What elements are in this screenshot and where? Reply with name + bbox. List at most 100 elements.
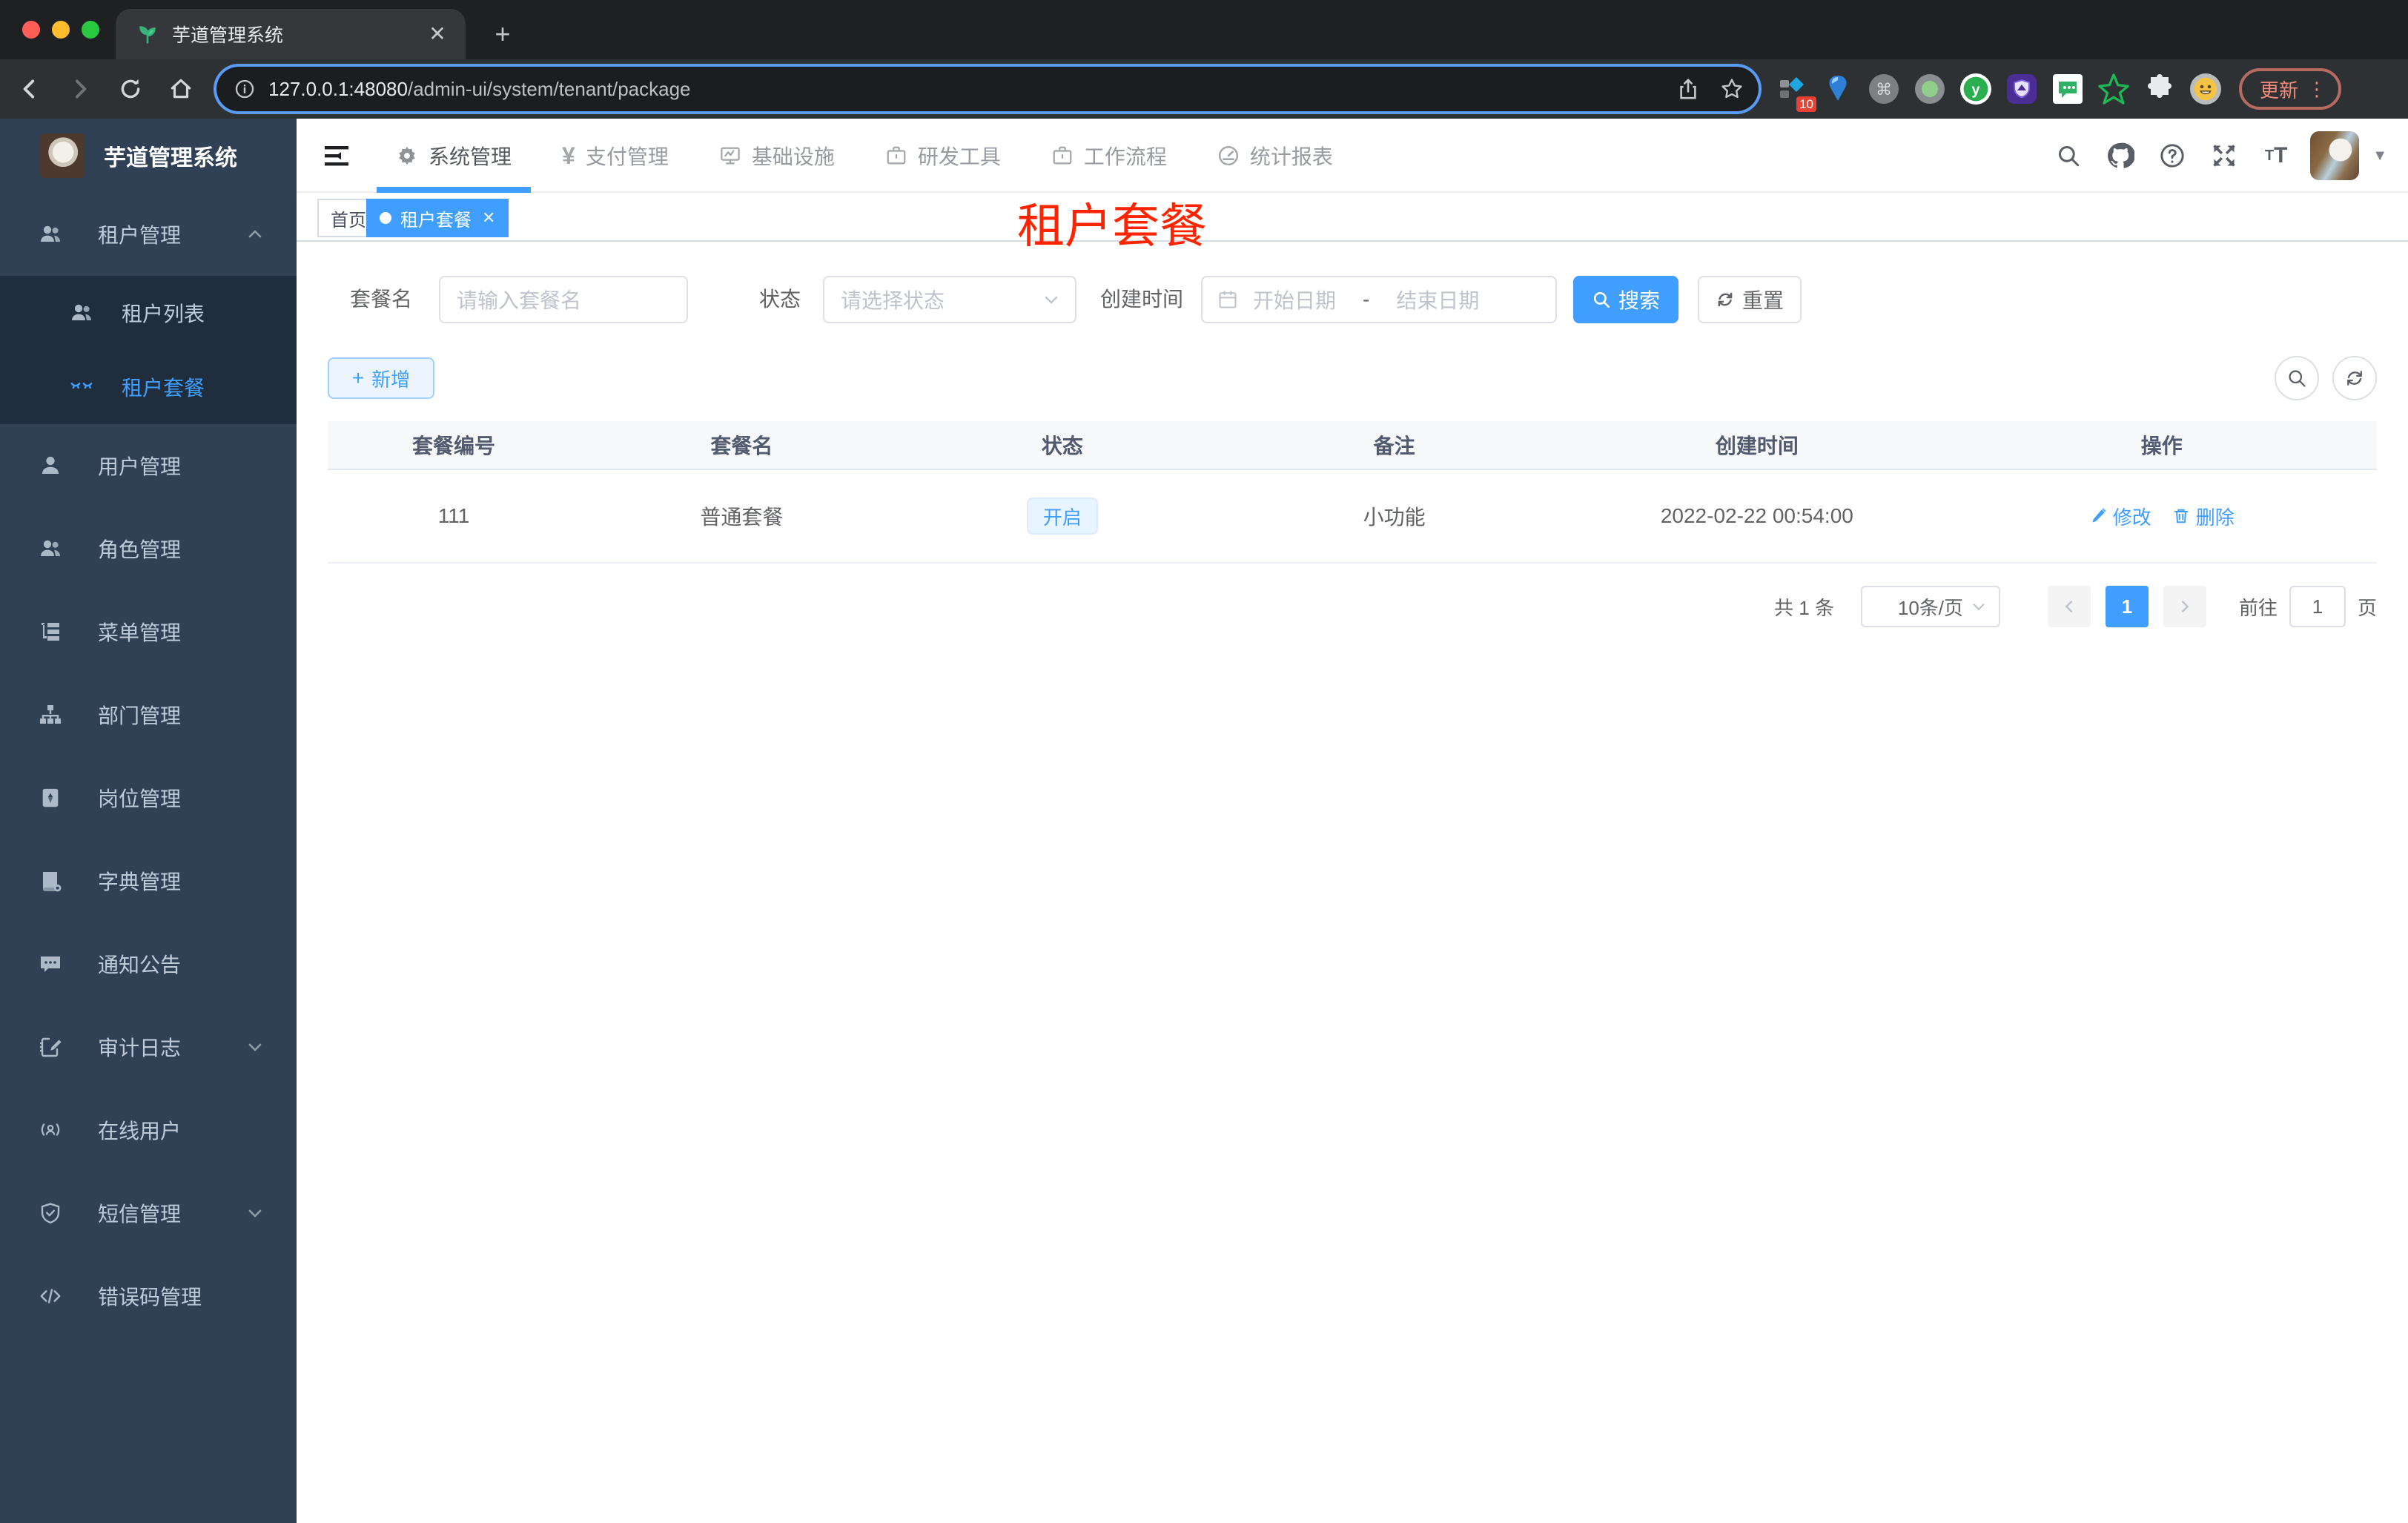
reset-button[interactable]: 重置 (1698, 276, 1802, 323)
log-icon (39, 1035, 62, 1059)
url-path: /admin-ui/system/tenant/package (407, 77, 691, 100)
extension-green-dot-icon[interactable] (1914, 73, 1945, 105)
sidebar-item-notice[interactable]: 通知公告 (0, 922, 297, 1005)
column-header[interactable]: 创建时间 (1567, 421, 1946, 469)
column-header[interactable]: 套餐名 (580, 421, 904, 469)
extension-shield-purple-icon[interactable] (2006, 73, 2037, 105)
page-size-select[interactable]: 10条/页 (1860, 586, 2000, 627)
sidebar-logo[interactable]: 芋道管理系统 (0, 119, 297, 193)
sidebar-item-tenant-management[interactable]: 租户管理 (0, 193, 297, 276)
new-tab-button[interactable]: + (483, 15, 522, 53)
url-host: 127.0.0.1:48080 (268, 77, 408, 100)
avatar[interactable] (2310, 131, 2360, 180)
sidebar-item-dict-management[interactable]: 字典管理 (0, 839, 297, 922)
sidebar-item-post-management[interactable]: 岗位管理 (0, 756, 297, 839)
app-header: 系统管理 ¥ 支付管理 基础设施 研发工具 工作流程 统计报表 T T ▼ (297, 119, 2408, 193)
sidebar-item-user-management[interactable]: 用户管理 (0, 424, 297, 507)
table-search-toggle-icon[interactable] (2275, 356, 2319, 400)
topnav-item-infrastructure[interactable]: 基础设施 (694, 119, 860, 193)
topnav-item-system[interactable]: 系统管理 (371, 119, 537, 193)
filter-date-label: 创建时间 (1100, 288, 1184, 311)
extension-y-green-icon[interactable]: y (1960, 73, 1991, 105)
code-icon (39, 1284, 62, 1308)
extension-emoji-icon[interactable] (2190, 73, 2221, 105)
browser-menu-kebab-icon[interactable]: ⋮ (2307, 78, 2326, 101)
bookmark-star-icon[interactable] (1720, 77, 1744, 101)
column-header[interactable]: 状态 (904, 421, 1221, 469)
font-size-icon[interactable]: TT (2258, 138, 2294, 174)
browser-tabstrip: 芋道管理系统 ✕ + (0, 0, 2408, 59)
extension-star-green-icon[interactable] (2098, 73, 2129, 105)
sidebar-item-label: 在线用户 (98, 1120, 182, 1143)
sidebar-item-online-users[interactable]: 在线用户 (0, 1088, 297, 1172)
topnav-item-payment[interactable]: ¥ 支付管理 (537, 119, 694, 193)
sidebar-item-label: 部门管理 (98, 704, 182, 727)
svg-text:⌘: ⌘ (1876, 80, 1892, 99)
forward-icon[interactable] (59, 68, 101, 110)
prev-page-icon[interactable] (2047, 586, 2091, 627)
tab-title: 芋道管理系统 (172, 25, 284, 46)
browser-tab[interactable]: 芋道管理系统 ✕ (116, 9, 466, 59)
sidebar-item-dept-management[interactable]: 部门管理 (0, 673, 297, 756)
column-header[interactable]: 操作 (1947, 421, 2377, 469)
goto-page-input[interactable]: 1 (2289, 586, 2346, 627)
help-icon[interactable] (2154, 138, 2190, 174)
extension-blue-diamond-icon[interactable]: 10 (1776, 73, 1816, 112)
sidebar-item-menu-management[interactable]: 菜单管理 (0, 590, 297, 673)
extensions-puzzle-icon[interactable] (2144, 73, 2175, 105)
url-text[interactable]: 127.0.0.1:48080/admin-ui/system/tenant/p… (268, 78, 1677, 101)
back-icon[interactable] (9, 68, 50, 110)
sidebar-item-role-management[interactable]: 角色管理 (0, 507, 297, 590)
tag-tenant-package[interactable]: 租户套餐 ✕ (366, 199, 509, 237)
search-icon[interactable] (2051, 138, 2086, 174)
peoples-icon (39, 222, 62, 246)
url-bar[interactable]: 127.0.0.1:48080/admin-ui/system/tenant/p… (216, 67, 1759, 111)
sidebar-item-tenant-list[interactable]: 租户列表 (0, 276, 297, 350)
goto-label: 前往 (2238, 596, 2278, 619)
search-button[interactable]: 搜索 (1573, 276, 1678, 323)
sidebar-item-error-code[interactable]: 错误码管理 (0, 1255, 297, 1338)
table-refresh-icon[interactable] (2332, 356, 2377, 400)
add-button[interactable]: + 新增 (328, 357, 434, 399)
tag-close-icon[interactable]: ✕ (482, 208, 495, 228)
fullscreen-icon[interactable] (2206, 138, 2242, 174)
package-name-input[interactable]: 请输入套餐名 (439, 276, 688, 323)
avatar-caret-icon[interactable]: ▼ (2372, 148, 2387, 165)
status-select[interactable]: 请选择状态 (823, 276, 1076, 323)
cell-created-time: 2022-02-22 00:54:00 (1660, 504, 1853, 527)
delete-link[interactable]: 删除 (2172, 503, 2235, 530)
reload-icon[interactable] (110, 68, 151, 110)
cell-remark: 小功能 (1363, 506, 1426, 529)
share-icon[interactable] (1677, 78, 1699, 100)
extension-chat-green-icon[interactable] (2052, 73, 2083, 105)
sidebar-item-audit-log[interactable]: 审计日志 (0, 1005, 297, 1088)
table-row[interactable]: 111 普通套餐 开启 小功能 2022-02-22 00:54:00 修改 删… (328, 470, 2377, 564)
next-page-icon[interactable] (2163, 586, 2206, 627)
sidebar-item-label: 审计日志 (98, 1037, 182, 1060)
column-header[interactable]: 套餐编号 (328, 421, 580, 469)
sidebar-item-tenant-package[interactable]: 租户套餐 (0, 350, 297, 424)
date-range-picker[interactable]: 开始日期 - 结束日期 (1201, 276, 1557, 323)
topnav-item-workflow[interactable]: 工作流程 (1026, 119, 1192, 193)
site-info-icon[interactable] (234, 79, 255, 99)
traffic-light-close[interactable] (22, 21, 40, 39)
column-header[interactable]: 备注 (1221, 421, 1567, 469)
traffic-light-zoom[interactable] (82, 21, 99, 39)
edit-link[interactable]: 修改 (2089, 503, 2151, 530)
topnav-item-devtools[interactable]: 研发工具 (860, 119, 1026, 193)
sidebar-item-sms-management[interactable]: 短信管理 (0, 1172, 297, 1255)
browser-update-button[interactable]: 更新 ⋮ (2239, 68, 2342, 110)
topnav-item-reports[interactable]: 统计报表 (1192, 119, 1358, 193)
tab-close-icon[interactable]: ✕ (424, 21, 451, 47)
home-icon[interactable] (160, 68, 202, 110)
sidebar-collapse-icon[interactable] (320, 139, 353, 172)
github-icon[interactable] (2103, 138, 2138, 174)
extension-balloon-icon[interactable] (1822, 73, 1853, 105)
page-number-button[interactable]: 1 (2105, 586, 2149, 627)
peoples-icon (39, 537, 62, 561)
sidebar-title: 芋道管理系统 (104, 146, 237, 171)
page-title-overlay: 租户套餐 (1017, 199, 1207, 253)
traffic-light-minimize[interactable] (52, 21, 70, 39)
extension-command-icon[interactable]: ⌘ (1868, 73, 1899, 105)
extensions-row: 10 ⌘ y (1776, 73, 2221, 112)
